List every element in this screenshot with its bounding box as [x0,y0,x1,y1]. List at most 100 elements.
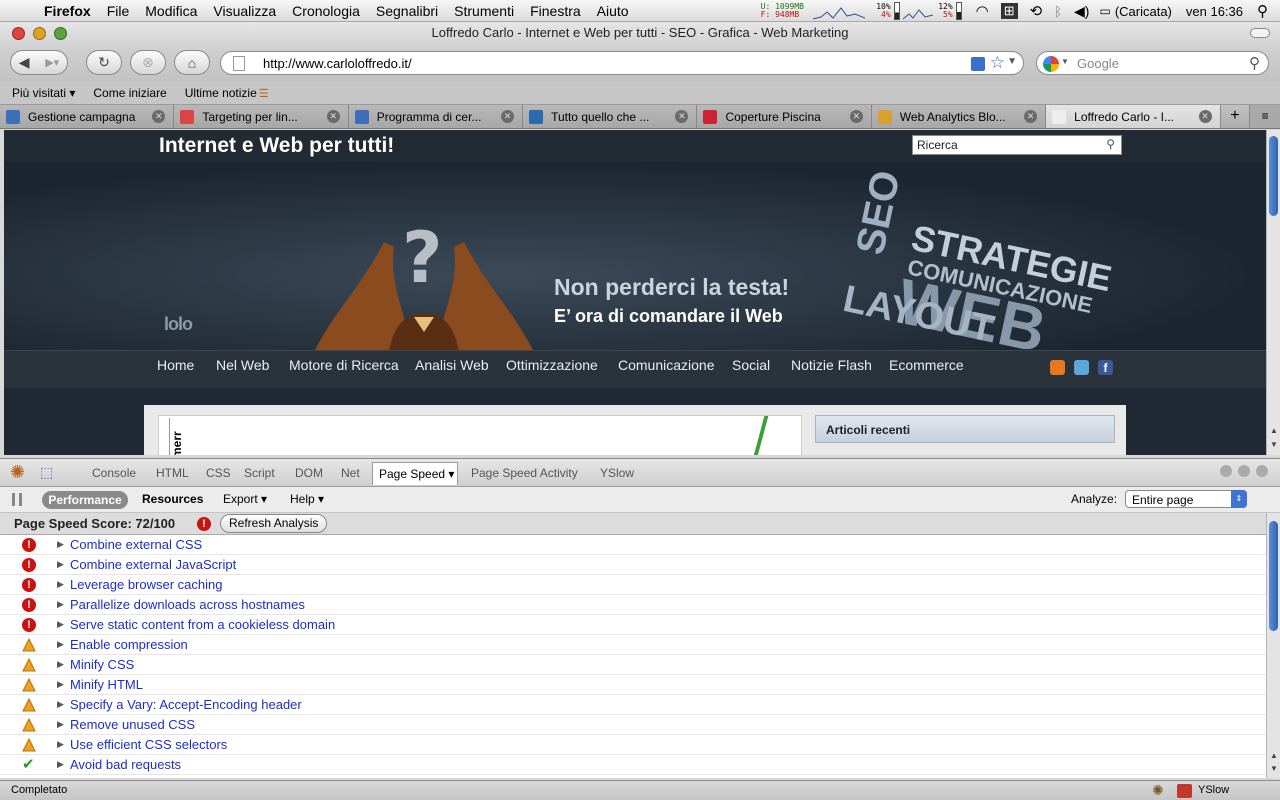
rule-row[interactable]: ! ▶ Leverage browser caching [0,575,1266,595]
rule-row[interactable]: ! ▶ Parallelize downloads across hostnames [0,595,1266,615]
back-arrow-icon[interactable]: ◀ [19,54,30,71]
select-arrows-icon[interactable]: ⇕ [1231,490,1247,508]
scroll-up-icon[interactable]: ▲ [1270,426,1278,435]
tab-close-icon[interactable]: ✕ [849,110,863,123]
subtab-performance[interactable]: Performance [42,491,128,509]
browser-tab[interactable]: Coperture Piscina ✕ [697,105,872,128]
expand-arrow-icon[interactable]: ▶ [57,619,64,630]
tab-label[interactable]: Gestione campagna [28,110,152,124]
site-search-icon[interactable]: ⚲ [1106,137,1115,151]
rule-label[interactable]: Specify a Vary: Accept-Encoding header [70,697,302,712]
search-icon[interactable]: ⚲ [1249,54,1260,72]
reload-button[interactable]: ↻ [86,50,122,75]
fb-tab-dom[interactable]: DOM [295,466,323,480]
fb-tab-css[interactable]: CSS [206,466,231,480]
menubar-clock[interactable]: ven 16:36 [1186,4,1243,19]
tab-close-icon[interactable]: ✕ [501,110,515,123]
rule-row[interactable]: ▶ Use efficient CSS selectors [0,735,1266,755]
tab-label[interactable]: Coperture Piscina [725,110,849,124]
fb-tab-console[interactable]: Console [92,466,136,480]
engine-dropdown-icon[interactable]: ▼ [1061,57,1069,66]
search-placeholder[interactable]: Google [1077,56,1119,71]
nav-analisi-web[interactable]: Analisi Web [415,357,489,373]
nav-motore-ricerca[interactable]: Motore di Ricerca [289,357,399,373]
menu-file[interactable]: File [99,3,138,19]
toolbar-toggle-icon[interactable] [1250,28,1270,38]
refresh-analysis-button[interactable]: Refresh Analysis [220,514,328,533]
rule-row[interactable]: ▶ Remove unused CSS [0,715,1266,735]
rule-row[interactable]: ▶ Minify HTML [0,675,1266,695]
tab-label[interactable]: Targeting per lin... [202,110,326,124]
expand-arrow-icon[interactable]: ▶ [57,639,64,650]
expand-arrow-icon[interactable]: ▶ [57,539,64,550]
yslow-icon[interactable] [1177,784,1192,798]
rule-label[interactable]: Combine external JavaScript [70,557,236,572]
zoom-window-icon[interactable] [54,27,67,40]
page-scrollbar-thumb[interactable] [1269,136,1278,216]
rule-row[interactable]: ! ▶ Combine external JavaScript [0,555,1266,575]
browser-tab[interactable]: Targeting per lin... ✕ [174,105,349,128]
menu-app-name[interactable]: Firefox [36,3,99,19]
tab-close-icon[interactable]: ✕ [152,110,166,123]
rule-label[interactable]: Enable compression [70,637,188,652]
expand-arrow-icon[interactable]: ▶ [57,679,64,690]
rules-scroll-up-icon[interactable]: ▲ [1270,751,1278,760]
close-window-icon[interactable] [12,27,25,40]
scroll-down-icon[interactable]: ▼ [1270,440,1278,449]
analyze-select-value[interactable]: Entire page [1132,493,1193,507]
tab-list-icon[interactable]: ≡ [1250,105,1280,128]
stop-button[interactable]: ⊗ [130,50,166,75]
fb-tab-page-speed[interactable]: Page Speed ▾ [372,462,458,485]
bookmark-most-visited[interactable]: Più visitati ▾ [0,86,81,100]
expand-arrow-icon[interactable]: ▶ [57,599,64,610]
expand-arrow-icon[interactable]: ▶ [57,759,64,770]
rss-social-icon[interactable] [1050,360,1065,375]
expand-arrow-icon[interactable]: ▶ [57,559,64,570]
rule-row[interactable]: ! ▶ Combine external CSS [0,535,1266,555]
nav-comunicazione[interactable]: Comunicazione [618,357,715,373]
fb-tab-net[interactable]: Net [341,466,360,480]
rule-label[interactable]: Use efficient CSS selectors [70,737,227,752]
menu-finestra[interactable]: Finestra [522,3,589,19]
twitter-icon[interactable] [1074,360,1089,375]
nav-social[interactable]: Social [732,357,770,373]
rules-scrollbar[interactable]: ▲ ▼ [1266,513,1280,778]
fb-tab-script[interactable]: Script [244,466,275,480]
spaces-icon[interactable]: ⊞ [1000,3,1018,19]
rules-scrollbar-thumb[interactable] [1269,521,1278,631]
url-text[interactable]: http://www.carloloffredo.it/ [263,56,412,71]
rule-row[interactable]: ✔ ▶ Avoid bad requests [0,755,1266,775]
fb-close-icon[interactable] [1256,465,1268,477]
firebug-bug-icon[interactable]: ✺ [10,462,25,483]
browser-tab[interactable]: Gestione campagna ✕ [0,105,175,128]
menu-strumenti[interactable]: Strumenti [446,3,522,19]
rule-row[interactable]: ▶ Minify CSS [0,655,1266,675]
site-title[interactable]: Internet e Web per tutti! [159,134,394,158]
rule-label[interactable]: Leverage browser caching [70,577,222,592]
tab-close-icon[interactable]: ✕ [1198,110,1212,123]
new-tab-button[interactable]: + [1220,105,1251,128]
browser-tab[interactable]: Programma di cer... ✕ [348,105,524,128]
browser-tab[interactable]: Tutto quello che ... ✕ [523,105,698,128]
nav-nel-web[interactable]: Nel Web [216,357,269,373]
browser-tab[interactable]: Web Analytics Blo... ✕ [871,105,1047,128]
rule-label[interactable]: Serve static content from a cookieless d… [70,617,335,632]
tab-label[interactable]: Web Analytics Blo... [900,110,1024,124]
battery-status[interactable]: (Caricata) [1115,4,1172,19]
browser-tab[interactable]: Loffredo Carlo - I... ✕ [1046,105,1221,128]
menu-modifica[interactable]: Modifica [137,3,205,19]
site-search-value[interactable]: Ricerca [917,138,958,152]
nav-ecommerce[interactable]: Ecommerce [889,357,964,373]
tab-label[interactable]: Programma di cer... [377,110,501,124]
pause-icon[interactable] [12,493,22,506]
expand-arrow-icon[interactable]: ▶ [57,659,64,670]
bluetooth-icon[interactable]: ᛒ [1054,4,1062,19]
fb-detach-icon[interactable] [1220,465,1232,477]
site-search-input[interactable]: Ricerca ⚲ [912,135,1122,155]
expand-arrow-icon[interactable]: ▶ [57,719,64,730]
spotlight-icon[interactable]: ⚲ [1257,2,1268,20]
url-dropdown-icon[interactable]: ▼ [1007,56,1017,67]
rule-row[interactable]: ! ▶ Serve static content from a cookieless… [0,615,1266,635]
tab-label[interactable]: Loffredo Carlo - I... [1074,110,1198,124]
nav-ottimizzazione[interactable]: Ottimizzazione [506,357,598,373]
